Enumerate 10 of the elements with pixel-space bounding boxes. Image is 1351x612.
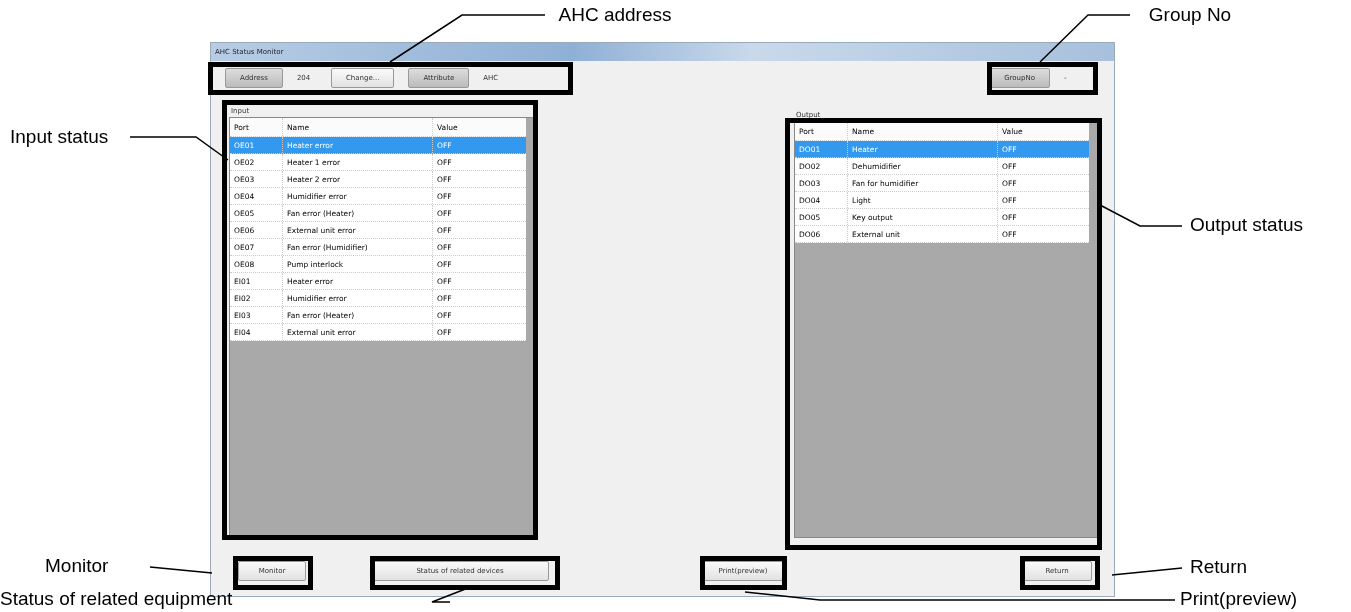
- callout-label: Status of related equipment: [0, 588, 234, 610]
- callout-label: Monitor: [45, 555, 110, 577]
- callout-label: Print(preview): [1180, 588, 1299, 610]
- callout-label: AHC address: [557, 4, 673, 26]
- callout-label: Input status: [10, 126, 110, 148]
- leader-line: [149, 566, 213, 574]
- callout-label: Return: [1190, 556, 1249, 578]
- leader-line: [1111, 567, 1183, 576]
- callout-label: Group No: [1147, 4, 1233, 26]
- callout-label: Output status: [1190, 214, 1304, 236]
